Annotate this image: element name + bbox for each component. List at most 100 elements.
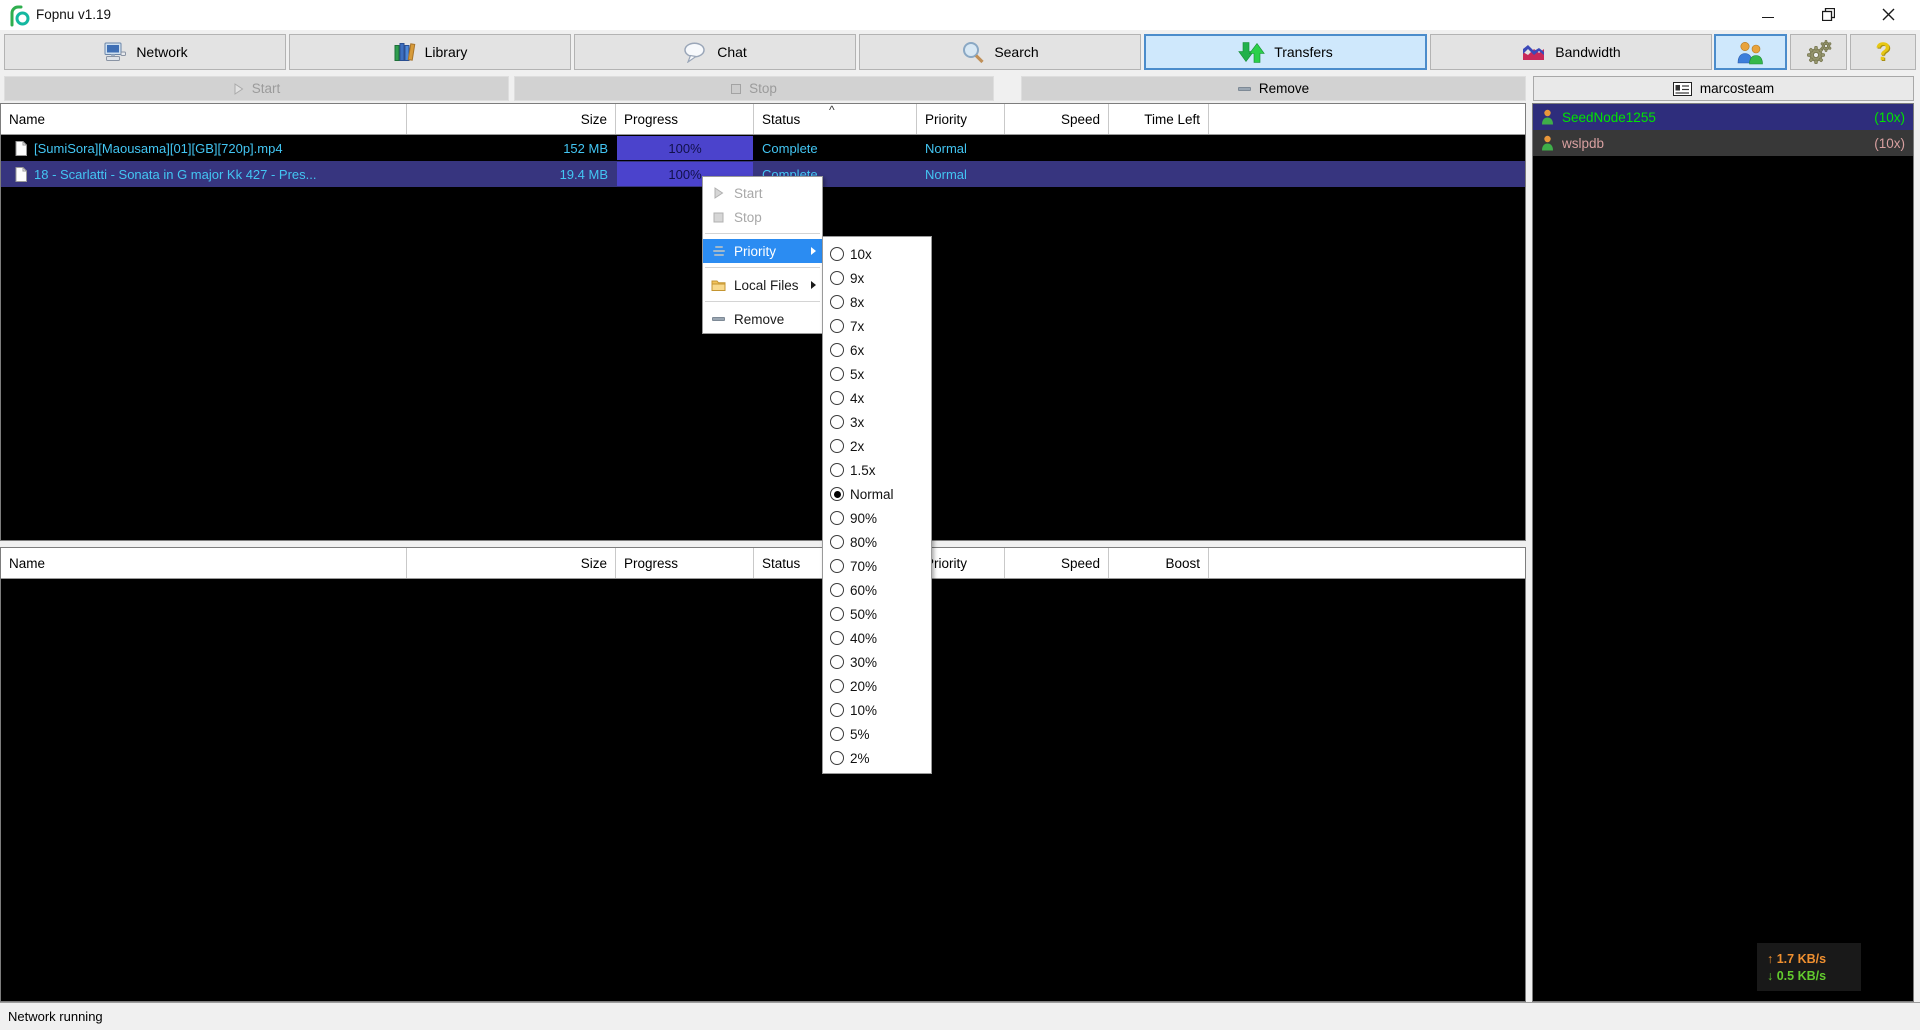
priority-option[interactable]: 60% [823, 578, 931, 602]
priority-option[interactable]: 2% [823, 746, 931, 770]
menu-separator [705, 267, 820, 268]
remove-button[interactable]: Remove [1021, 76, 1526, 101]
stop-button-label: Stop [749, 81, 777, 96]
priority-option[interactable]: 40% [823, 626, 931, 650]
priority-option[interactable]: 4x [823, 386, 931, 410]
peer-priority-badge: (10x) [1874, 136, 1905, 151]
priority-option[interactable]: 3x [823, 410, 931, 434]
priority-option[interactable]: 90% [823, 506, 931, 530]
radio-icon [830, 439, 844, 453]
column-header[interactable]: Name [1, 104, 407, 134]
radio-icon [830, 487, 844, 501]
column-header[interactable]: Priority [917, 104, 1005, 134]
column-header[interactable]: Progress [616, 104, 754, 134]
speed-cell [1005, 135, 1109, 161]
priority-option[interactable]: 30% [823, 650, 931, 674]
priority-option[interactable]: 5% [823, 722, 931, 746]
column-header[interactable] [1209, 104, 1525, 134]
library-icon [393, 42, 416, 63]
column-header[interactable]: Name [1, 548, 407, 578]
table-row[interactable]: [SumiSora][Maousama][01][GB][720p].mp4 1… [1, 135, 1525, 161]
tab-network[interactable]: Network [4, 34, 286, 70]
menu-item-start[interactable]: Start [703, 181, 822, 205]
close-icon [1882, 8, 1895, 21]
menu-item-local-files[interactable]: Local Files [703, 273, 822, 297]
priority-submenu: 10x 9x 8x 7x 6x 5x [822, 236, 932, 774]
radio-icon [830, 247, 844, 261]
menu-item-stop[interactable]: Stop [703, 205, 822, 229]
stop-button[interactable]: Stop [514, 76, 994, 101]
priority-option[interactable]: 8x [823, 290, 931, 314]
start-button[interactable]: Start [4, 76, 509, 101]
peer-name: SeedNode1255 [1562, 110, 1866, 125]
tab-chat-label: Chat [717, 44, 747, 60]
file-name: 18 - Scarlatti - Sonata in G major Kk 42… [34, 167, 317, 182]
priority-option[interactable]: 50% [823, 602, 931, 626]
priority-option[interactable]: 70% [823, 554, 931, 578]
radio-icon [830, 655, 844, 669]
column-header[interactable]: Speed [1005, 548, 1109, 578]
downloads-table-header: Name Size Progress Status Priority Speed… [1, 104, 1525, 135]
close-button[interactable] [1866, 0, 1910, 28]
restore-icon [1822, 8, 1835, 21]
tab-search-label: Search [994, 44, 1038, 60]
tab-library[interactable]: Library [289, 34, 571, 70]
app-window: Fopnu v1.19 Network [0, 0, 1920, 1030]
column-header[interactable]: Time Left [1109, 104, 1209, 134]
restore-button[interactable] [1806, 0, 1850, 28]
person-icon [1541, 135, 1554, 151]
tab-bar: Network Library Chat Search [0, 30, 1920, 75]
priority-option[interactable]: 20% [823, 674, 931, 698]
priority-option[interactable]: 6x [823, 338, 931, 362]
menu-separator [705, 233, 820, 234]
column-header[interactable]: Size [407, 104, 616, 134]
priority-option[interactable]: 80% [823, 530, 931, 554]
users-icon [1735, 40, 1766, 65]
priority-option[interactable]: 2x [823, 434, 931, 458]
peer-row[interactable]: SeedNode1255 (10x) [1533, 104, 1913, 130]
priority-option[interactable]: 5x [823, 362, 931, 386]
user-identity-button[interactable]: marcosteam [1533, 76, 1914, 101]
radio-icon [830, 463, 844, 477]
column-header[interactable]: Size [407, 548, 616, 578]
transfers-icon [1238, 41, 1265, 64]
transfer-toolbar: Start Stop Remove marcosteam [0, 75, 1920, 103]
user-identity-label: marcosteam [1700, 81, 1774, 96]
column-header[interactable]: Boost [1109, 548, 1209, 578]
menu-item-priority[interactable]: Priority [703, 239, 822, 263]
peer-name: wslpdb [1562, 136, 1866, 151]
tab-chat[interactable]: Chat [574, 34, 856, 70]
tab-bandwidth[interactable]: Bandwidth [1430, 34, 1712, 70]
remove-icon [1238, 87, 1251, 91]
progress-value: 100% [668, 141, 701, 156]
column-header[interactable]: Progress [616, 548, 754, 578]
settings-button[interactable] [1790, 34, 1847, 70]
uploads-table-header: Name Size Progress Status Priority Speed… [1, 548, 1525, 579]
start-icon [711, 187, 726, 199]
person-icon [1541, 109, 1554, 125]
uploads-table: Name Size Progress Status Priority Speed… [0, 547, 1526, 1002]
priority-option[interactable]: 7x [823, 314, 931, 338]
priority-option[interactable]: 10% [823, 698, 931, 722]
speed-cell [1005, 161, 1109, 187]
priority-option[interactable]: 10x [823, 242, 931, 266]
priority-option[interactable]: 9x [823, 266, 931, 290]
priority-cell: Normal [917, 161, 1005, 187]
column-header[interactable]: Status [754, 104, 917, 134]
column-header[interactable] [1209, 548, 1525, 578]
users-button[interactable] [1714, 34, 1787, 70]
priority-option[interactable]: Normal [823, 482, 931, 506]
tab-transfers[interactable]: Transfers [1144, 34, 1427, 70]
menu-item-remove[interactable]: Remove [703, 307, 822, 331]
help-button[interactable]: ? [1850, 34, 1916, 70]
submenu-arrow-icon [811, 247, 816, 255]
radio-icon [830, 391, 844, 405]
column-header[interactable]: Speed [1005, 104, 1109, 134]
minimize-button[interactable] [1746, 0, 1790, 28]
tab-search[interactable]: Search [859, 34, 1141, 70]
peer-row[interactable]: wslpdb (10x) [1533, 130, 1913, 156]
content-area: Name Size Progress Status Priority Speed… [0, 103, 1920, 1002]
priority-option[interactable]: 1.5x [823, 458, 931, 482]
tab-bandwidth-label: Bandwidth [1555, 44, 1620, 60]
radio-icon [830, 295, 844, 309]
